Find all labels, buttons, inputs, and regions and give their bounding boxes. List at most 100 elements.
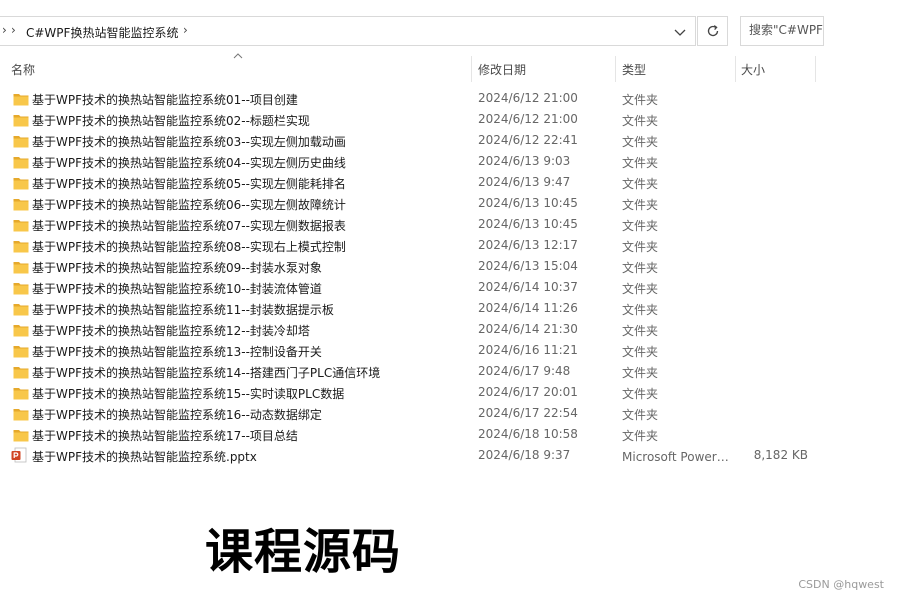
file-type: 文件夹: [622, 282, 659, 296]
list-item[interactable]: 基于WPF技术的换热站智能监控系统06--实现左侧故障统计 2024/6/13 1…: [0, 193, 816, 214]
list-item[interactable]: 基于WPF技术的换热站智能监控系统10--封装流体管道 2024/6/14 10:…: [0, 277, 816, 298]
chevron-right-icon[interactable]: ›: [2, 23, 7, 37]
file-date: 2024/6/17 20:01: [478, 385, 578, 399]
file-date: 2024/6/13 10:45: [478, 196, 578, 210]
sort-ascending-icon: [233, 53, 243, 59]
file-type: 文件夹: [622, 366, 659, 380]
column-header-type[interactable]: 类型: [622, 61, 646, 78]
file-name: 基于WPF技术的换热站智能监控系统12--封装冷却塔: [32, 324, 310, 338]
list-item[interactable]: 基于WPF技术的换热站智能监控系统03--实现左侧加载动画 2024/6/12 2…: [0, 130, 816, 151]
folder-icon: [13, 112, 29, 127]
file-date: 2024/6/12 21:00: [478, 91, 578, 105]
column-header-row: 名称 修改日期 类型 大小: [0, 53, 816, 82]
file-name: 基于WPF技术的换热站智能监控系统03--实现左侧加载动画: [32, 135, 346, 149]
explorer-window: › › C#WPF换热站智能监控系统 › 名称 修改日期 类型 大小: [0, 0, 900, 600]
file-date: 2024/6/14 21:30: [478, 322, 578, 336]
file-date: 2024/6/14 11:26: [478, 301, 578, 315]
file-name: 基于WPF技术的换热站智能监控系统15--实时读取PLC数据: [32, 387, 345, 401]
file-name: 基于WPF技术的换热站智能监控系统16--动态数据绑定: [32, 408, 322, 422]
folder-icon: [13, 364, 29, 379]
file-type: 文件夹: [622, 303, 659, 317]
list-item[interactable]: 基于WPF技术的换热站智能监控系统.pptx 2024/6/18 9:37 Micr…: [0, 445, 816, 466]
list-item[interactable]: 基于WPF技术的换热站智能监控系统11--封装数据提示板 2024/6/14 11…: [0, 298, 816, 319]
column-divider[interactable]: [815, 56, 816, 82]
chevron-right-icon[interactable]: ›: [183, 23, 188, 37]
address-path-segment[interactable]: C#WPF换热站智能监控系统: [26, 24, 178, 41]
file-date: 2024/6/13 12:17: [478, 238, 578, 252]
list-item[interactable]: 基于WPF技术的换热站智能监控系统13--控制设备开关 2024/6/16 11:…: [0, 340, 816, 361]
file-name: 基于WPF技术的换热站智能监控系统07--实现左侧数据报表: [32, 219, 346, 233]
file-date: 2024/6/12 21:00: [478, 112, 578, 126]
file-date: 2024/6/13 9:03: [478, 154, 571, 168]
chevron-right-icon[interactable]: ›: [11, 23, 16, 37]
folder-icon: [13, 154, 29, 169]
file-type: 文件夹: [622, 240, 659, 254]
address-bar-row: › › C#WPF换热站智能监控系统 ›: [0, 16, 900, 48]
pptx-icon: [11, 447, 27, 463]
folder-icon: [13, 427, 29, 442]
file-date: 2024/6/16 11:21: [478, 343, 578, 357]
column-header-date[interactable]: 修改日期: [478, 61, 526, 78]
folder-icon: [13, 217, 29, 232]
search-input[interactable]: [749, 23, 823, 37]
file-date: 2024/6/18 10:58: [478, 427, 578, 441]
list-item[interactable]: 基于WPF技术的换热站智能监控系统12--封装冷却塔 2024/6/14 21:3…: [0, 319, 816, 340]
list-item[interactable]: 基于WPF技术的换热站智能监控系统16--动态数据绑定 2024/6/17 22:…: [0, 403, 816, 424]
file-type: 文件夹: [622, 408, 659, 422]
file-name: 基于WPF技术的换热站智能监控系统05--实现左侧能耗排名: [32, 177, 346, 191]
list-item[interactable]: 基于WPF技术的换热站智能监控系统07--实现左侧数据报表 2024/6/13 1…: [0, 214, 816, 235]
folder-icon: [13, 238, 29, 253]
file-name: 基于WPF技术的换热站智能监控系统13--控制设备开关: [32, 345, 322, 359]
list-item[interactable]: 基于WPF技术的换热站智能监控系统04--实现左侧历史曲线 2024/6/13 9…: [0, 151, 816, 172]
file-date: 2024/6/13 9:47: [478, 175, 571, 189]
list-item[interactable]: 基于WPF技术的换热站智能监控系统14--搭建西门子PLC通信环境 2024/6/…: [0, 361, 816, 382]
file-type: 文件夹: [622, 114, 659, 128]
file-name: 基于WPF技术的换热站智能监控系统06--实现左侧故障统计: [32, 198, 346, 212]
search-box[interactable]: [740, 16, 824, 46]
folder-icon: [13, 259, 29, 274]
file-name: 基于WPF技术的换热站智能监控系统.pptx: [32, 450, 257, 464]
file-name: 基于WPF技术的换热站智能监控系统04--实现左侧历史曲线: [32, 156, 346, 170]
column-divider[interactable]: [735, 56, 736, 82]
file-type: 文件夹: [622, 219, 659, 233]
file-type: 文件夹: [622, 324, 659, 338]
file-size: 8,182 KB: [753, 448, 808, 462]
list-item[interactable]: 基于WPF技术的换热站智能监控系统05--实现左侧能耗排名 2024/6/13 9…: [0, 172, 816, 193]
list-item[interactable]: 基于WPF技术的换热站智能监控系统01--项目创建 2024/6/12 21:00…: [0, 88, 816, 109]
file-name: 基于WPF技术的换热站智能监控系统10--封装流体管道: [32, 282, 322, 296]
file-date: 2024/6/14 10:37: [478, 280, 578, 294]
file-name: 基于WPF技术的换热站智能监控系统02--标题栏实现: [32, 114, 310, 128]
file-type: 文件夹: [622, 429, 659, 443]
file-type: 文件夹: [622, 93, 659, 107]
watermark: CSDN @hqwest: [798, 578, 884, 591]
file-date: 2024/6/13 15:04: [478, 259, 578, 273]
file-type: 文件夹: [622, 156, 659, 170]
list-item[interactable]: 基于WPF技术的换热站智能监控系统08--实现右上模式控制 2024/6/13 1…: [0, 235, 816, 256]
refresh-icon: [707, 25, 719, 37]
folder-icon: [13, 280, 29, 295]
list-item[interactable]: 基于WPF技术的换热站智能监控系统02--标题栏实现 2024/6/12 21:0…: [0, 109, 816, 130]
list-item[interactable]: 基于WPF技术的换热站智能监控系统17--项目总结 2024/6/18 10:58…: [0, 424, 816, 445]
file-date: 2024/6/12 22:41: [478, 133, 578, 147]
folder-icon: [13, 91, 29, 106]
refresh-button[interactable]: [697, 16, 728, 46]
column-header-size[interactable]: 大小: [741, 61, 765, 78]
folder-icon: [13, 343, 29, 358]
folder-icon: [13, 133, 29, 148]
column-divider[interactable]: [615, 56, 616, 82]
folder-icon: [13, 385, 29, 400]
folder-icon: [13, 175, 29, 190]
column-divider[interactable]: [471, 56, 472, 82]
column-header-name[interactable]: 名称: [11, 61, 35, 78]
file-name: 基于WPF技术的换热站智能监控系统17--项目总结: [32, 429, 298, 443]
list-item[interactable]: 基于WPF技术的换热站智能监控系统15--实时读取PLC数据 2024/6/17 …: [0, 382, 816, 403]
chevron-down-icon[interactable]: [672, 24, 688, 40]
address-bar[interactable]: › › C#WPF换热站智能监控系统 ›: [0, 16, 696, 46]
folder-icon: [13, 406, 29, 421]
file-date: 2024/6/18 9:37: [478, 448, 571, 462]
file-type: 文件夹: [622, 135, 659, 149]
file-type: 文件夹: [622, 345, 659, 359]
file-date: 2024/6/17 9:48: [478, 364, 571, 378]
folder-icon: [13, 196, 29, 211]
list-item[interactable]: 基于WPF技术的换热站智能监控系统09--封装水泵对象 2024/6/13 15:…: [0, 256, 816, 277]
